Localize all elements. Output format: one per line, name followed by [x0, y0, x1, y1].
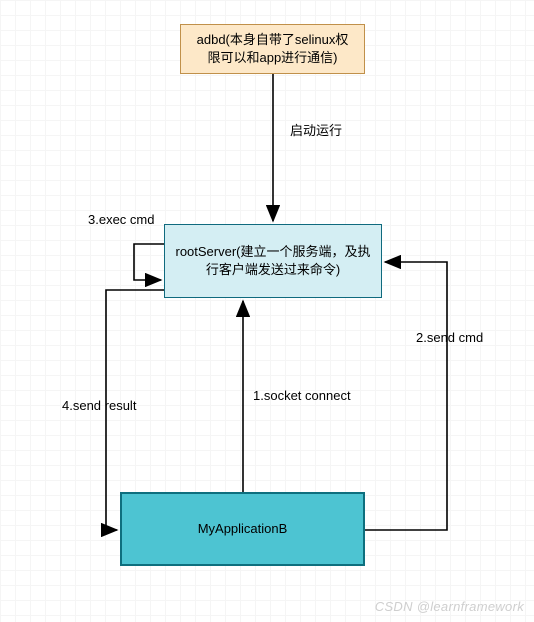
node-my-application-label: MyApplicationB	[198, 520, 288, 538]
node-root-server-label: rootServer(建立一个服务端，及执行客户端发送过来命令)	[175, 243, 371, 279]
edge-label-exec-cmd: 3.exec cmd	[88, 212, 154, 227]
node-root-server: rootServer(建立一个服务端，及执行客户端发送过来命令)	[164, 224, 382, 298]
edge-label-socket-connect: 1.socket connect	[253, 388, 351, 403]
watermark: CSDN @learnframework	[375, 599, 524, 614]
node-adbd-label: adbd(本身自带了selinux权限可以和app进行通信)	[191, 31, 354, 67]
node-adbd: adbd(本身自带了selinux权限可以和app进行通信)	[180, 24, 365, 74]
edge-label-send-result: 4.send result	[62, 398, 136, 413]
edge-label-start: 启动运行	[290, 120, 342, 139]
node-my-application: MyApplicationB	[120, 492, 365, 566]
edge-label-send-cmd: 2.send cmd	[416, 330, 483, 345]
